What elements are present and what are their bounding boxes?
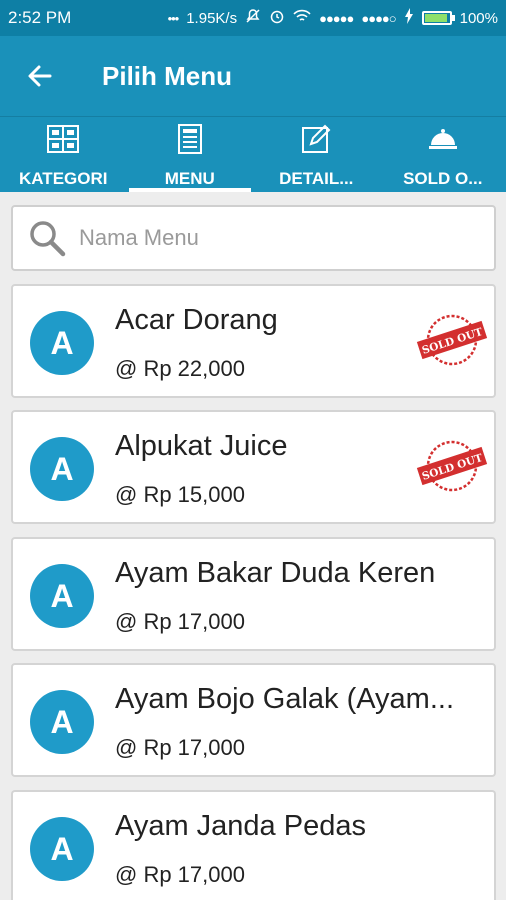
menu-item-name: Ayam Janda Pedas [115,810,366,842]
menu-item-price: @ Rp 17,000 [115,735,245,760]
search-icon [30,221,66,257]
menu-item[interactable]: A Ayam Bojo Galak (Ayam... @ Rp 17,000 [11,663,496,777]
sold-out-stamp-icon: SOLD OUT [416,314,488,366]
search-box[interactable] [11,205,496,271]
tab-sold-out[interactable]: SOLD O... [380,117,506,192]
status-bar: 2:52 PM ••• 1.95K/s ●●●●● ●●●●○ 100% [0,0,506,36]
battery-level: 100% [459,9,498,27]
battery-icon [421,11,455,25]
menu-item[interactable]: A Acar Dorang @ Rp 22,000 SOLD OUT [11,284,496,398]
tab-bar: KATEGORI MENU DETAIL... SOLD O... [0,116,506,192]
search-input[interactable] [79,225,439,251]
menu-item-price: @ Rp 22,000 [115,356,245,381]
avatar: A [30,690,94,754]
menu-item-price: @ Rp 17,000 [115,862,245,887]
notification-dots-icon: ••• [167,10,180,26]
menu-item[interactable]: A Ayam Bakar Duda Keren @ Rp 17,000 [11,537,496,651]
avatar: A [30,437,94,501]
page-title: Pilih Menu [102,60,232,91]
back-arrow-icon [28,65,52,87]
menu-item-price: @ Rp 15,000 [115,482,245,507]
menu-item-price: @ Rp 17,000 [115,609,245,634]
sold-out-stamp-icon: SOLD OUT [416,440,488,492]
edit-icon [301,121,331,157]
avatar: A [30,311,94,375]
signal-2-icon: ●●●●○ [361,10,396,26]
wifi-icon [293,9,311,27]
network-speed: 1.95K/s [186,9,238,27]
tab-menu[interactable]: MENU [127,117,254,192]
tab-detail[interactable]: DETAIL... [253,117,380,192]
back-button[interactable] [0,36,80,116]
tab-menu-label: MENU [164,169,215,188]
menu-item[interactable]: A Ayam Janda Pedas @ Rp 17,000 [11,790,496,900]
avatar: A [30,817,94,881]
menu-item-name: Ayam Bojo Galak (Ayam... [115,683,455,715]
tab-kategori-label: KATEGORI [19,169,108,188]
status-time: 2:52 PM [8,8,72,27]
app-bar: Pilih Menu [0,36,506,116]
signal-1-icon: ●●●●● [319,10,354,26]
grid-icon [46,121,80,157]
tab-detail-label: DETAIL... [279,169,354,188]
menu-item-name: Ayam Bakar Duda Keren [115,557,436,589]
alarm-icon [269,8,285,28]
avatar: A [30,564,94,628]
status-right: ••• 1.95K/s ●●●●● ●●●●○ 100% [168,8,498,28]
menu-book-icon [177,121,203,157]
menu-item[interactable]: A Alpukat Juice @ Rp 15,000 SOLD OUT [11,410,496,524]
charging-icon [404,8,414,28]
mute-icon [245,8,261,28]
cloche-icon [428,121,458,157]
tab-kategori[interactable]: KATEGORI [0,117,127,192]
tab-sold-out-label: SOLD O... [403,169,483,188]
